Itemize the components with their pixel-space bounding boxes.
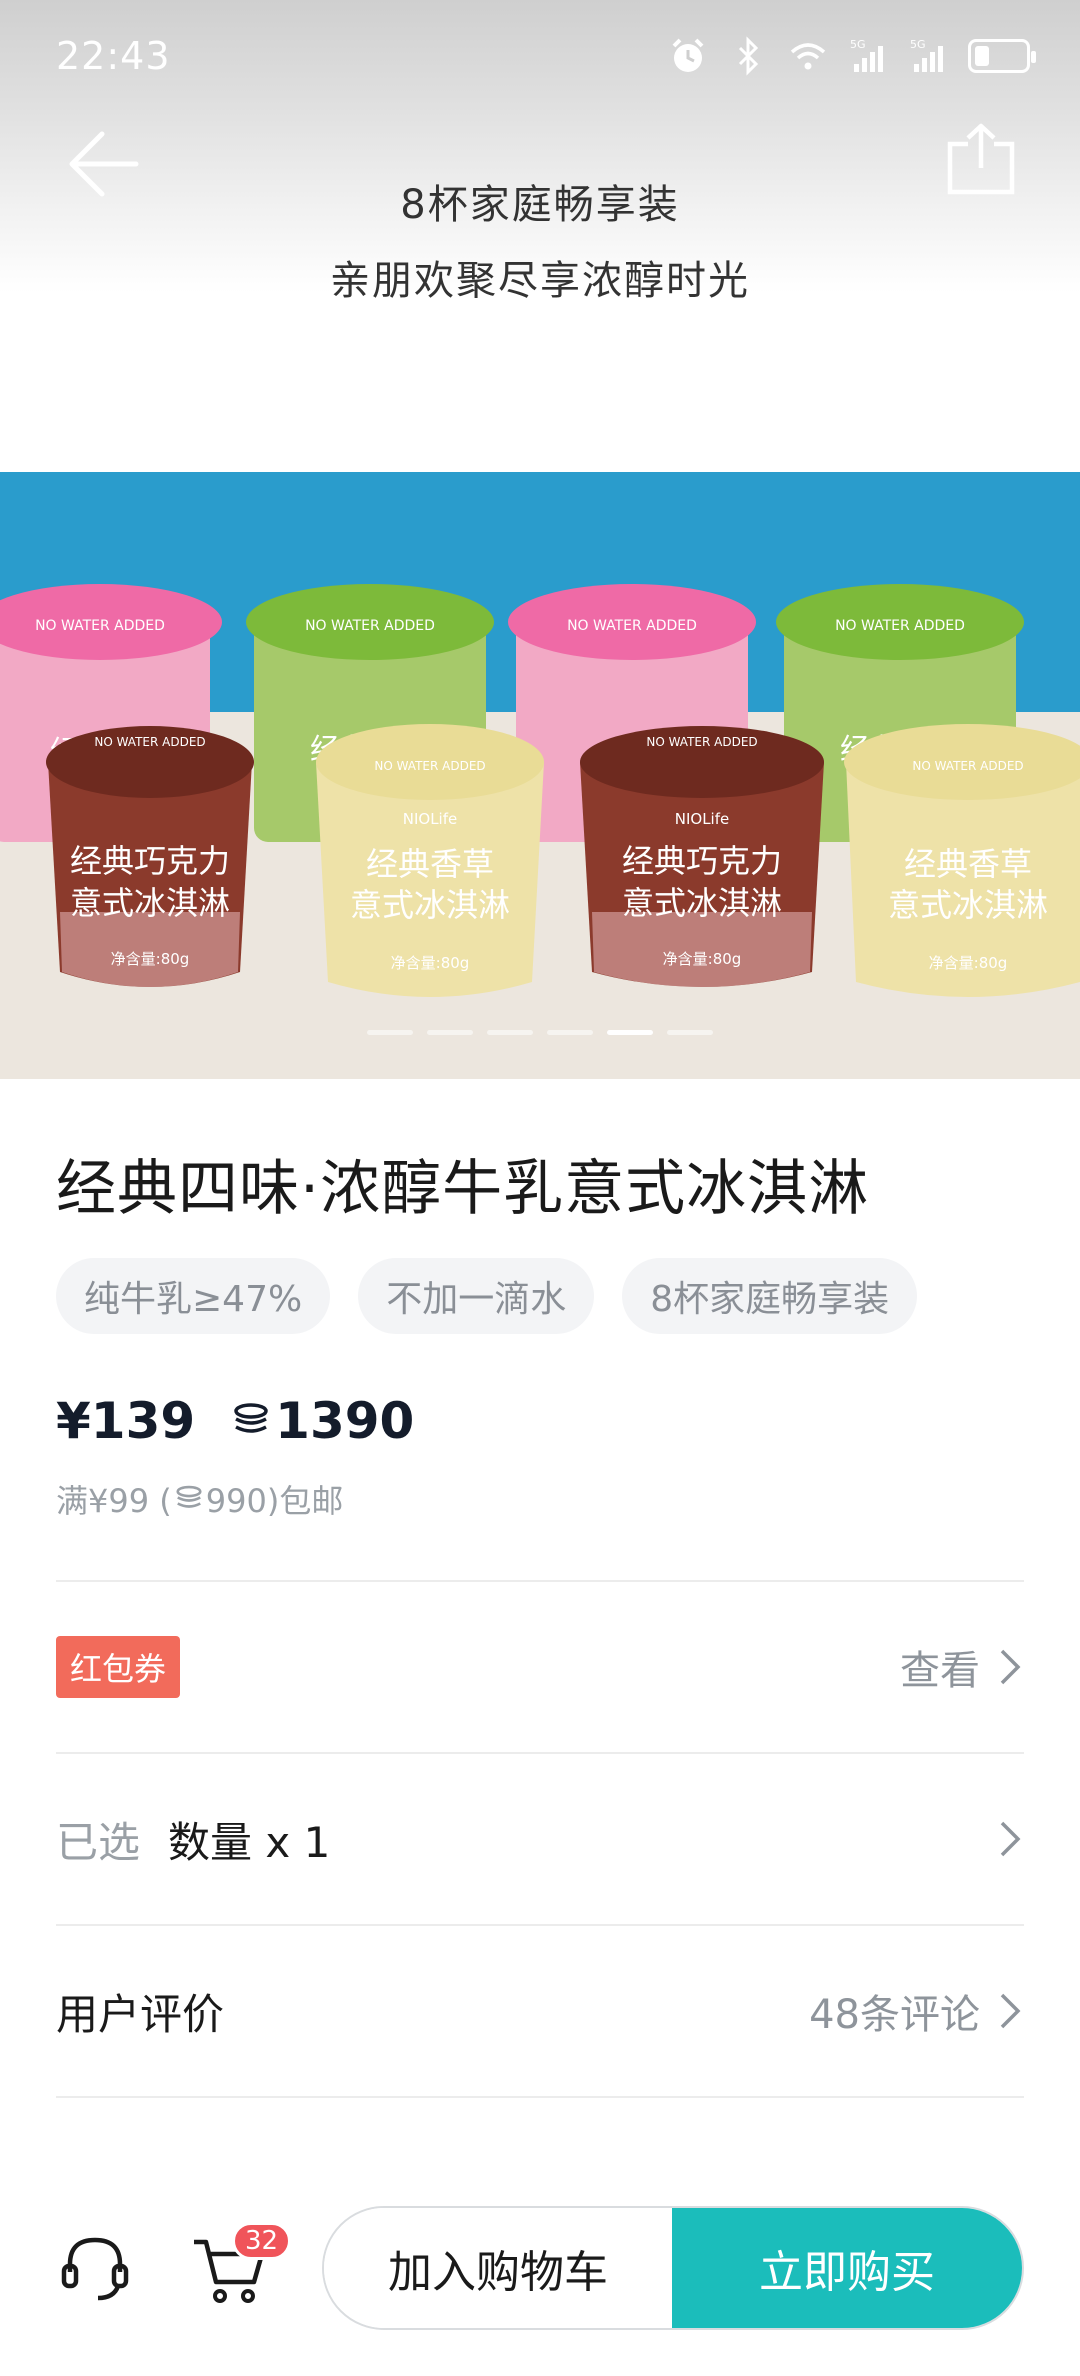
svg-text:NO WATER ADDED: NO WATER ADDED — [35, 618, 165, 634]
shipping-info: 满¥99 ( 990)包邮 — [56, 1476, 343, 1522]
chevron-right-icon — [1000, 1993, 1021, 2029]
svg-text:净含量:80g: 净含量:80g — [929, 954, 1008, 972]
cart-count-badge: 32 — [232, 2222, 292, 2260]
product-image: NO WATER ADDED 经典 NO WATER ADDED 经典抹茶 NO… — [0, 472, 1080, 1079]
signal-1-label: 5G — [850, 38, 866, 51]
cup-chocolate-front-2: NO WATER ADDED NIOLife 经典巧克力 意式冰淇淋 净含量:8… — [580, 726, 824, 987]
promo-headline: 8杯家庭畅享装 — [400, 182, 680, 228]
svg-text:意式冰淇淋: 意式冰淇淋 — [350, 886, 510, 924]
svg-text:NIOLife: NIOLife — [403, 810, 458, 828]
carousel-dot[interactable] — [667, 1030, 713, 1035]
add-to-cart-button[interactable]: 加入购物车 — [324, 2208, 672, 2328]
svg-text:NO WATER ADDED: NO WATER ADDED — [567, 618, 697, 634]
signal-icon: 5G — [850, 38, 883, 72]
promo-subline: 亲朋欢聚尽享浓醇时光 — [330, 258, 750, 304]
purchase-buttons: 加入购物车 立即购买 — [322, 2206, 1024, 2330]
product-image-carousel[interactable]: NO WATER ADDED 经典 NO WATER ADDED 经典抹茶 NO… — [0, 472, 1080, 1079]
signal-icon-2: 5G — [910, 38, 943, 72]
tag-no-water: 不加一滴水 — [358, 1258, 595, 1334]
reviews-row[interactable]: 用户评价 48条评论 — [56, 1926, 1024, 2096]
svg-text:净含量:80g: 净含量:80g — [111, 950, 190, 968]
status-time: 22:43 — [56, 34, 171, 78]
coupon-view-link[interactable]: 查看 — [900, 1638, 980, 1696]
selected-quantity: 数量 x 1 — [168, 1817, 331, 1867]
svg-text:NIOLife: NIOLife — [675, 810, 730, 828]
tag-family-pack: 8杯家庭畅享装 — [622, 1258, 918, 1334]
carousel-indicator — [0, 1030, 1080, 1035]
price-row: ¥139 1390 — [56, 1392, 414, 1450]
signal-2-label: 5G — [910, 38, 926, 51]
price: ¥139 — [56, 1392, 196, 1450]
bottom-action-bar: 32 加入购物车 立即购买 — [0, 2190, 1080, 2340]
svg-text:NO WATER ADDED: NO WATER ADDED — [835, 618, 965, 634]
coupon-row[interactable]: 红包券 查看 — [56, 1582, 1024, 1752]
carousel-dot[interactable] — [427, 1030, 473, 1035]
carousel-dot[interactable] — [547, 1030, 593, 1035]
svg-text:经典巧克力: 经典巧克力 — [70, 842, 230, 880]
chevron-right-icon — [1000, 1649, 1021, 1685]
review-count[interactable]: 48条评论 — [809, 1982, 980, 2040]
buy-now-button[interactable]: 立即购买 — [672, 2208, 1022, 2328]
customer-service-icon[interactable] — [58, 2232, 132, 2306]
cup-vanilla-front-1: NO WATER ADDED NIOLife 经典香草 意式冰淇淋 净含量:80… — [316, 724, 544, 997]
wifi-icon — [790, 43, 826, 70]
divider — [56, 2096, 1024, 2098]
svg-text:意式冰淇淋: 意式冰淇淋 — [70, 884, 230, 922]
product-title: 经典四味·浓醇牛乳意式冰淇淋 — [56, 1154, 870, 1224]
coin-icon-small — [176, 1485, 202, 1508]
svg-text:经典香草: 经典香草 — [904, 845, 1032, 883]
carousel-dot[interactable] — [367, 1030, 413, 1035]
shipping-coins: 990)包邮 — [205, 1482, 344, 1520]
carousel-dot-active[interactable] — [607, 1030, 653, 1035]
coin-icon — [234, 1403, 268, 1433]
svg-text:意式冰淇淋: 意式冰淇淋 — [622, 884, 782, 922]
svg-text:NO WATER ADDED: NO WATER ADDED — [94, 735, 205, 749]
svg-text:NO WATER ADDED: NO WATER ADDED — [374, 759, 485, 773]
shipping-prefix: 满¥99 ( — [56, 1482, 172, 1520]
selected-options-row[interactable]: 已选 数量 x 1 — [56, 1754, 1024, 1924]
svg-text:NO WATER ADDED: NO WATER ADDED — [305, 618, 435, 634]
cup-chocolate-front-1: NO WATER ADDED 经典巧克力 意式冰淇淋 净含量:80g — [46, 726, 254, 987]
selected-label: 已选 — [56, 1817, 141, 1867]
status-icons: 5G 5G — [668, 36, 1036, 76]
svg-text:净含量:80g: 净含量:80g — [391, 954, 470, 972]
alarm-icon — [672, 38, 704, 72]
svg-text:净含量:80g: 净含量:80g — [663, 950, 742, 968]
header-area: 22:43 5G 5G 8杯家庭畅享装 亲朋欢聚尽享浓醇时光 — [0, 0, 1080, 472]
carousel-dot[interactable] — [487, 1030, 533, 1035]
cup-vanilla-front-2: NO WATER ADDED 经典香草 意式冰淇淋 净含量:80g — [844, 724, 1080, 997]
svg-text:意式冰淇淋: 意式冰淇淋 — [888, 886, 1048, 924]
coupon-badge: 红包券 — [56, 1636, 181, 1698]
svg-text:NO WATER ADDED: NO WATER ADDED — [912, 759, 1023, 773]
bluetooth-icon — [738, 36, 759, 76]
product-tags: 纯牛乳≥47% 不加一滴水 8杯家庭畅享装 — [56, 1258, 918, 1334]
battery-icon — [968, 39, 1036, 73]
coin-price: 1390 — [275, 1392, 415, 1450]
chevron-right-icon — [1000, 1821, 1021, 1857]
svg-text:NO WATER ADDED: NO WATER ADDED — [646, 735, 757, 749]
svg-text:经典巧克力: 经典巧克力 — [622, 842, 782, 880]
tag-milk: 纯牛乳≥47% — [56, 1258, 331, 1334]
reviews-label: 用户评价 — [56, 1989, 225, 2039]
svg-text:经典香草: 经典香草 — [366, 845, 494, 883]
